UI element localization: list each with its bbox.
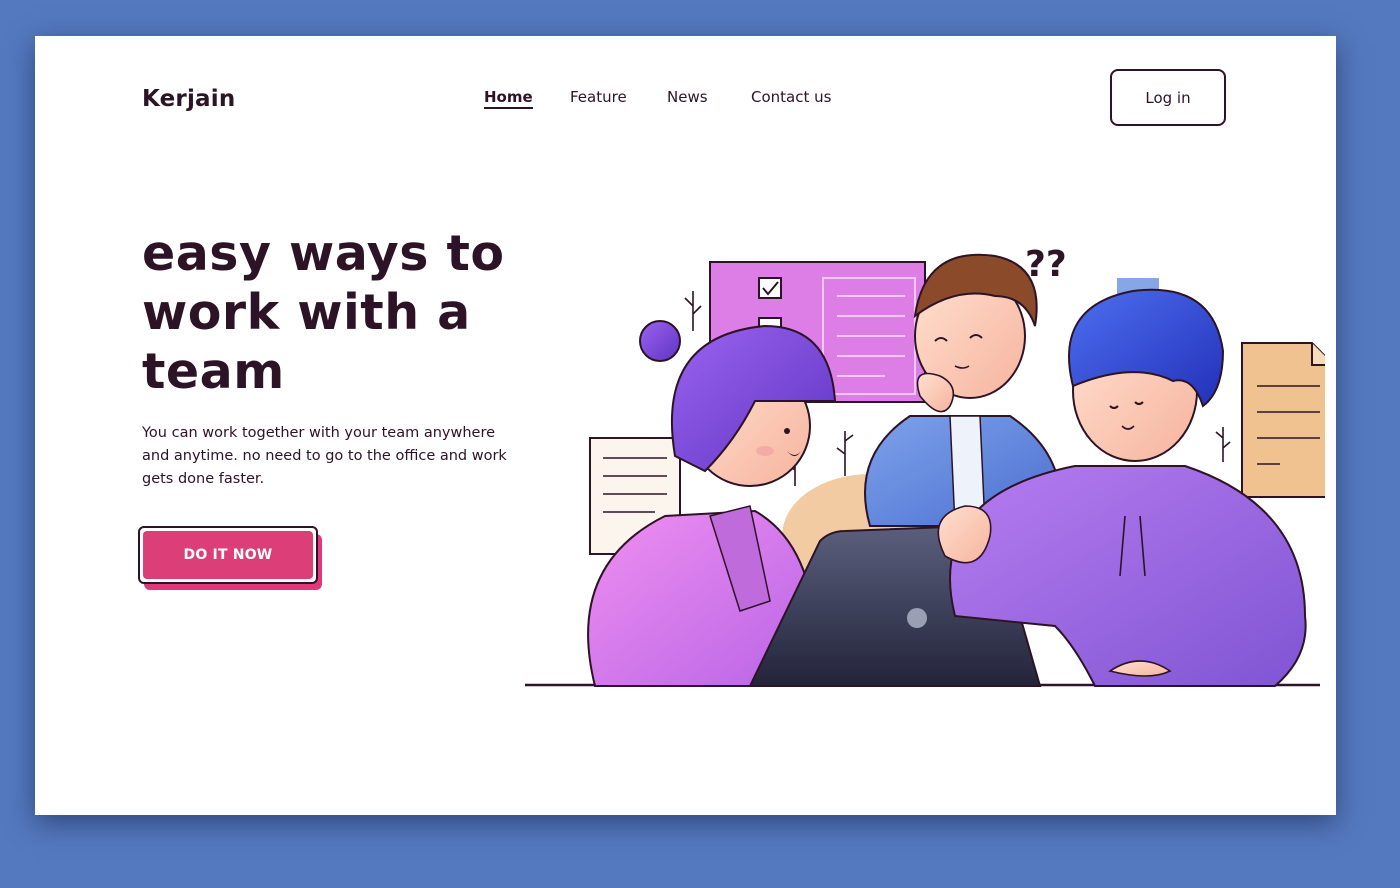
do-it-now-button[interactable]: DO IT NOW xyxy=(138,526,318,584)
cta-wrapper: DO IT NOW xyxy=(138,526,324,592)
hero-title-line-1: easy ways to xyxy=(142,225,505,282)
login-button[interactable]: Log in xyxy=(1110,69,1226,126)
nav-link-home[interactable]: Home xyxy=(484,88,533,109)
hero-title: easy ways to work with a team xyxy=(142,224,542,401)
nav-link-contact[interactable]: Contact us xyxy=(751,88,831,106)
nav-link-news[interactable]: News xyxy=(667,88,708,106)
hero-description: You can work together with your team any… xyxy=(142,425,507,487)
landing-page-frame: Kerjain Home Feature News Contact us Log… xyxy=(35,36,1336,815)
document-sheet-right xyxy=(1241,342,1325,498)
laptop-logo-icon xyxy=(907,608,927,628)
hero-title-line-3: team xyxy=(142,343,285,400)
cta-label: DO IT NOW xyxy=(143,531,313,579)
hero-title-line-2: work with a xyxy=(142,284,471,341)
team-meeting-illustration: ?? xyxy=(525,244,1325,687)
nav-link-feature[interactable]: Feature xyxy=(570,88,627,106)
